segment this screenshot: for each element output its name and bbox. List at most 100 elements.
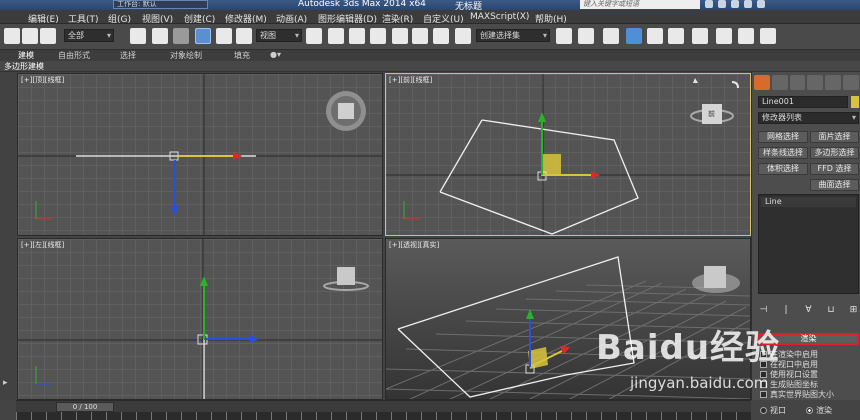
show-end-result-icon[interactable]: | <box>781 305 792 316</box>
gizmo-x-arrow[interactable] <box>591 171 600 179</box>
select-and-rotate-icon[interactable] <box>216 28 232 44</box>
viewport-perspective[interactable]: [+][透视][真实] <box>385 238 751 400</box>
viewport-label[interactable]: [+][前][线框] <box>389 75 432 85</box>
mirror-icon[interactable] <box>556 28 572 44</box>
select-and-scale-icon[interactable] <box>236 28 252 44</box>
mesh-select-button[interactable]: 网格选择 <box>758 131 808 143</box>
selection-filter-dropdown[interactable]: 全部 <box>64 29 114 42</box>
ribbon-tab-object-paint[interactable]: 对象绘制 <box>170 50 202 61</box>
radio-button[interactable] <box>806 407 813 414</box>
checkbox[interactable] <box>760 371 767 378</box>
gizmo-z-arrow[interactable] <box>171 206 179 216</box>
edit-named-selection-icon[interactable] <box>455 28 471 44</box>
select-and-link-icon[interactable] <box>4 28 20 44</box>
patch-select-button[interactable]: 面片选择 <box>810 131 859 143</box>
collapse-icon[interactable]: - <box>763 335 766 343</box>
ffd-select-button[interactable]: FFD 选择 <box>810 163 859 175</box>
material-editor-icon[interactable] <box>692 28 708 44</box>
star-icon[interactable] <box>731 0 739 8</box>
track-bar[interactable] <box>16 412 751 420</box>
configure-sets-icon[interactable]: ⊞ <box>848 305 859 316</box>
select-manipulate-icon[interactable] <box>328 28 344 44</box>
render-production-icon[interactable] <box>760 28 776 44</box>
ribbon-tab-freeform[interactable]: 自由形式 <box>58 50 90 61</box>
viewport-front[interactable]: [+][前][线框] 前 <box>385 73 751 236</box>
object-name-field[interactable]: Line001 <box>758 96 848 108</box>
curve-editor-icon[interactable] <box>647 28 663 44</box>
spline-select-button[interactable]: 样条线选择 <box>758 147 808 159</box>
workspace-dropdown[interactable]: 工作台: 默认 <box>113 0 208 9</box>
viewport-label[interactable]: [+][透视][真实] <box>389 240 439 250</box>
hierarchy-tab-icon[interactable] <box>789 75 806 90</box>
motion-tab-icon[interactable] <box>807 75 824 90</box>
viewport-left[interactable]: [+][左][线框] <box>17 238 383 400</box>
checkbox[interactable] <box>760 361 767 368</box>
poly-select-button[interactable]: 多边形选择 <box>810 147 859 159</box>
checkbox[interactable] <box>760 351 767 358</box>
unlink-icon[interactable] <box>22 28 38 44</box>
bind-space-warp-icon[interactable] <box>40 28 56 44</box>
checkbox[interactable] <box>760 381 767 388</box>
ribbon-panel-label[interactable]: 多边形建模 <box>4 61 44 72</box>
viewport-label[interactable]: [+][顶][线框] <box>21 75 64 85</box>
rendering-rollout-header[interactable]: - 渲染 <box>758 333 859 345</box>
keyboard-shortcut-icon[interactable] <box>349 28 365 44</box>
viewport-label[interactable]: [+][左][线框] <box>21 240 64 250</box>
gizmo-y-arrow[interactable] <box>538 112 546 122</box>
option-real-world-map-size[interactable]: 真实世界贴图大小 <box>760 389 834 400</box>
gizmo-x-arrow[interactable] <box>560 346 570 354</box>
ribbon-tab-populate[interactable]: 填充 <box>234 50 250 61</box>
snaps-toggle-icon[interactable] <box>370 28 386 44</box>
utilities-tab-icon[interactable] <box>843 75 859 90</box>
named-selection-dropdown[interactable]: 创建选择集 <box>476 29 550 42</box>
angle-snap-icon[interactable] <box>392 28 408 44</box>
select-and-move-icon[interactable] <box>195 28 211 44</box>
viewport-top[interactable]: [+][顶][线框] <box>17 73 383 236</box>
radio-button[interactable] <box>760 407 767 414</box>
user-icon[interactable] <box>744 0 752 8</box>
ribbon-options-icon[interactable]: ●▾ <box>270 50 281 59</box>
gizmo-y-arrow[interactable] <box>200 276 208 286</box>
vol-select-button[interactable]: 体积选择 <box>758 163 808 175</box>
object-color-swatch[interactable] <box>851 96 859 108</box>
render-setup-icon[interactable] <box>716 28 732 44</box>
remove-modifier-icon[interactable]: ⊔ <box>826 305 837 316</box>
modifier-list-dropdown[interactable]: 修改器列表 <box>758 112 859 124</box>
viewcube-icon[interactable] <box>337 267 355 285</box>
expand-arrow-icon[interactable]: ▸ <box>3 378 8 388</box>
spline-shape[interactable] <box>439 119 639 235</box>
schematic-view-icon[interactable] <box>668 28 684 44</box>
gizmo-z-arrow[interactable] <box>250 335 259 343</box>
radio-render[interactable]: 渲染 <box>806 405 832 416</box>
percent-snap-icon[interactable] <box>412 28 428 44</box>
search-icon[interactable] <box>705 0 713 8</box>
stack-item-line[interactable]: Line <box>761 197 856 207</box>
checkbox[interactable] <box>760 391 767 398</box>
surface-select-button[interactable]: 曲面选择 <box>810 179 859 191</box>
graphite-tools-icon[interactable] <box>626 28 642 44</box>
align-icon[interactable] <box>578 28 594 44</box>
menu-maxscript[interactable]: MAXScript(X) <box>470 12 529 22</box>
display-tab-icon[interactable] <box>825 75 842 90</box>
make-unique-icon[interactable]: ∀ <box>803 305 814 316</box>
layer-manager-icon[interactable] <box>603 28 619 44</box>
gizmo-plane[interactable] <box>541 154 561 176</box>
spinner-snap-icon[interactable] <box>433 28 449 44</box>
radio-viewport[interactable]: 视口 <box>760 405 786 416</box>
time-slider[interactable]: 0 / 100 <box>56 402 114 412</box>
rotate-view-icon[interactable] <box>731 81 739 89</box>
spline-shape[interactable] <box>397 256 635 398</box>
help-icon[interactable] <box>757 0 765 8</box>
select-object-icon[interactable] <box>130 28 146 44</box>
create-tab-icon[interactable] <box>754 75 770 90</box>
reference-coordinate-dropdown[interactable]: 视图 <box>256 29 302 42</box>
ribbon-tab-selection[interactable]: 选择 <box>120 50 136 61</box>
viewcube-icon[interactable] <box>338 103 354 119</box>
ribbon-tab-modeling[interactable]: 建模 <box>18 50 34 61</box>
communication-icon[interactable] <box>718 0 726 8</box>
search-input[interactable]: 键入关键字或短语 <box>580 0 700 9</box>
modify-tab-icon[interactable] <box>771 75 788 90</box>
rectangle-selection-icon[interactable] <box>173 28 189 44</box>
gizmo-x-arrow[interactable] <box>233 152 242 160</box>
pivot-center-icon[interactable] <box>306 28 322 44</box>
